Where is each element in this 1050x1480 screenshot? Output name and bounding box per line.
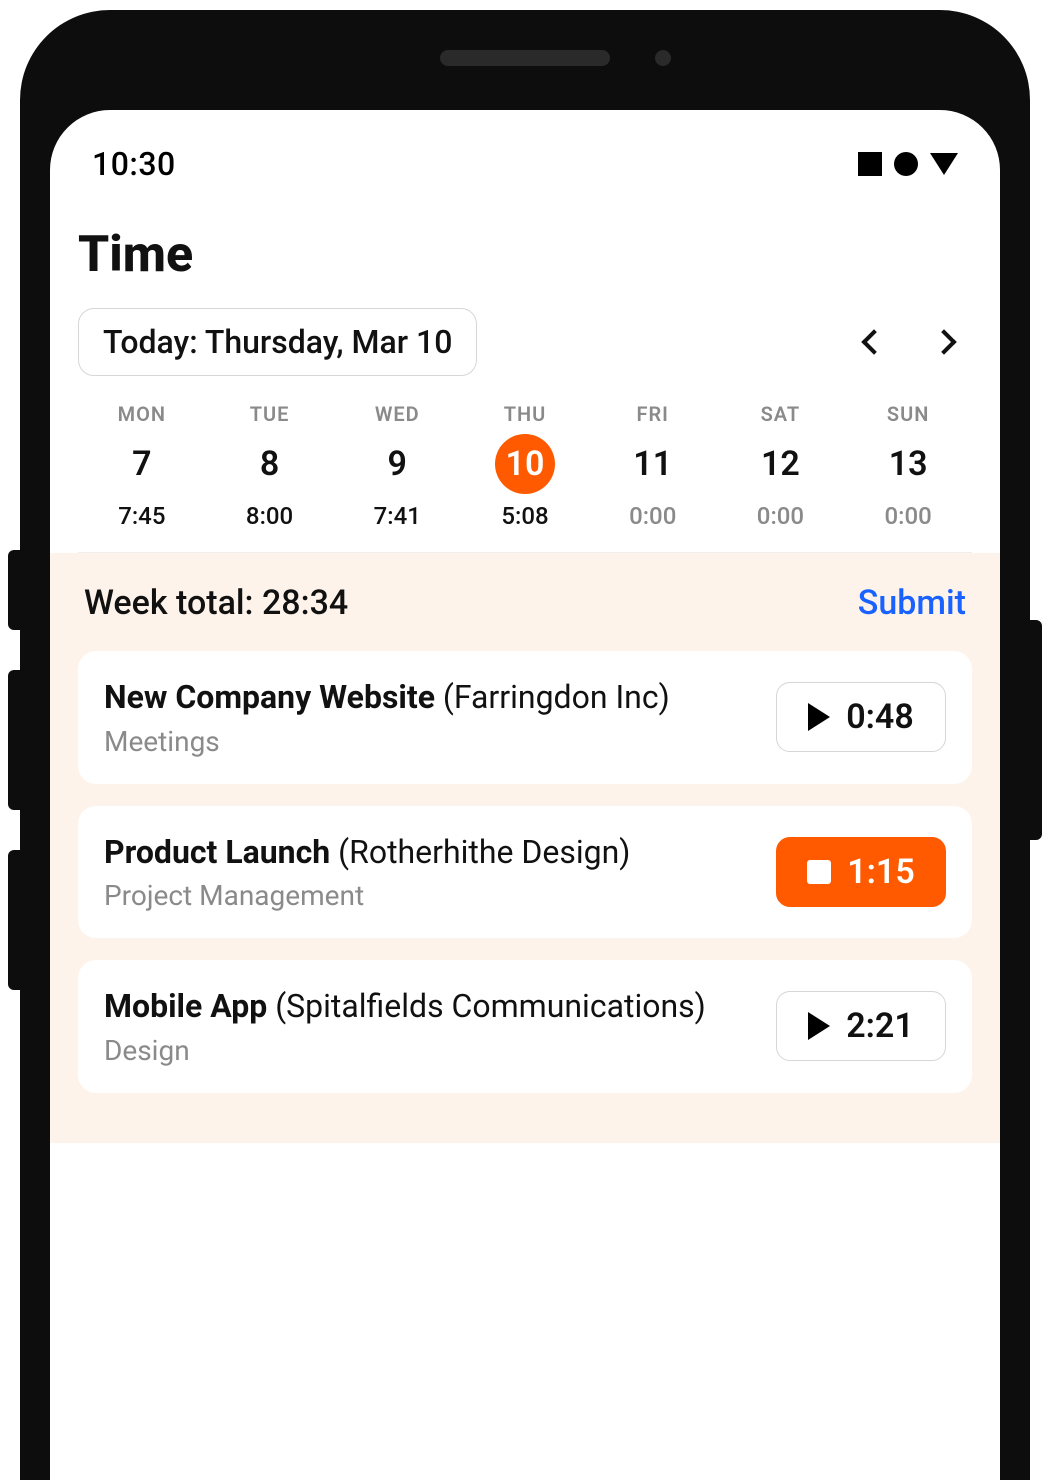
day-label: TUE [250, 402, 290, 426]
time-entry-card[interactable]: Product Launch (Rotherhithe Design) Proje… [78, 806, 972, 939]
start-timer-button[interactable]: 2:21 [776, 991, 946, 1061]
entry-info: Product Launch (Rotherhithe Design) Proje… [104, 832, 756, 913]
day-number: 12 [750, 434, 810, 494]
entry-client: (Rotherhithe Design) [330, 833, 630, 871]
day-time: 0:00 [757, 502, 804, 530]
entry-time: 0:48 [846, 697, 914, 737]
day-number: 13 [878, 434, 938, 494]
status-circle-icon [894, 152, 918, 176]
week-row: MON 7 7:45 TUE 8 8:00 WED 9 7:41 THU 10 5:08 FRI 11 0:… [78, 402, 972, 553]
day-label: SAT [761, 402, 801, 426]
entry-client: (Spitalfields Communications) [267, 987, 706, 1025]
screen: 10:30 Time Today: Thursday, Mar 10 MON 7 7… [50, 110, 1000, 1480]
entry-client: (Farringdon Inc) [435, 678, 670, 716]
day-time: 7:45 [118, 502, 165, 530]
start-timer-button[interactable]: 0:48 [776, 682, 946, 752]
phone-camera [655, 50, 671, 66]
day-label: MON [118, 402, 166, 426]
day-time: 5:08 [501, 502, 548, 530]
day-column[interactable]: SUN 13 0:00 [844, 402, 972, 530]
day-label: THU [504, 402, 547, 426]
page-title: Time [78, 216, 972, 308]
day-column[interactable]: WED 9 7:41 [333, 402, 461, 530]
entry-time: 1:15 [847, 852, 915, 892]
entry-title: Product Launch (Rotherhithe Design) [104, 832, 756, 874]
entry-title: Mobile App (Spitalfields Communications) [104, 986, 756, 1028]
submit-button[interactable]: Submit [858, 583, 966, 623]
day-time: 0:00 [629, 502, 676, 530]
day-time: 0:00 [885, 502, 932, 530]
phone-speaker [440, 50, 610, 66]
status-triangle-icon [930, 153, 958, 175]
entry-category: Project Management [104, 879, 756, 912]
day-column[interactable]: FRI 11 0:00 [589, 402, 717, 530]
play-icon [808, 1012, 830, 1040]
chevron-left-icon [861, 329, 886, 354]
day-number: 7 [112, 434, 172, 494]
day-time: 8:00 [246, 502, 293, 530]
date-row: Today: Thursday, Mar 10 [78, 308, 972, 376]
play-icon [808, 703, 830, 731]
phone-right-button [1030, 620, 1042, 840]
status-square-icon [858, 152, 882, 176]
week-total-label: Week total: 28:34 [84, 583, 348, 623]
day-time: 7:41 [374, 502, 421, 530]
day-column[interactable]: THU 10 5:08 [461, 402, 589, 530]
entry-info: Mobile App (Spitalfields Communications)… [104, 986, 756, 1067]
entry-info: New Company Website (Farringdon Inc) Meet… [104, 677, 756, 758]
stop-icon [807, 860, 831, 884]
next-day-button[interactable] [916, 314, 972, 370]
day-label: SUN [887, 402, 930, 426]
status-time: 10:30 [92, 145, 176, 183]
status-icons [858, 152, 958, 176]
phone-frame: 10:30 Time Today: Thursday, Mar 10 MON 7 7… [20, 10, 1030, 1480]
body-section: Week total: 28:34 Submit New Company Web… [50, 553, 1000, 1143]
day-number: 8 [240, 434, 300, 494]
entry-category: Meetings [104, 725, 756, 758]
week-total-row: Week total: 28:34 Submit [78, 553, 972, 651]
stop-timer-button[interactable]: 1:15 [776, 837, 946, 907]
time-entry-card[interactable]: Mobile App (Spitalfields Communications)… [78, 960, 972, 1093]
chevron-right-icon [931, 329, 956, 354]
day-number: 11 [623, 434, 683, 494]
entries-list: New Company Website (Farringdon Inc) Meet… [78, 651, 972, 1093]
day-label: FRI [636, 402, 668, 426]
day-column[interactable]: TUE 8 8:00 [206, 402, 334, 530]
day-column[interactable]: SAT 12 0:00 [717, 402, 845, 530]
date-picker-button[interactable]: Today: Thursday, Mar 10 [78, 308, 477, 376]
day-number: 9 [367, 434, 427, 494]
time-entry-card[interactable]: New Company Website (Farringdon Inc) Meet… [78, 651, 972, 784]
entry-title: New Company Website (Farringdon Inc) [104, 677, 756, 719]
status-bar: 10:30 [50, 110, 1000, 190]
entry-category: Design [104, 1034, 756, 1067]
day-number: 10 [495, 434, 555, 494]
entry-time: 2:21 [846, 1006, 914, 1046]
day-column[interactable]: MON 7 7:45 [78, 402, 206, 530]
prev-day-button[interactable] [846, 314, 902, 370]
day-label: WED [375, 402, 420, 426]
